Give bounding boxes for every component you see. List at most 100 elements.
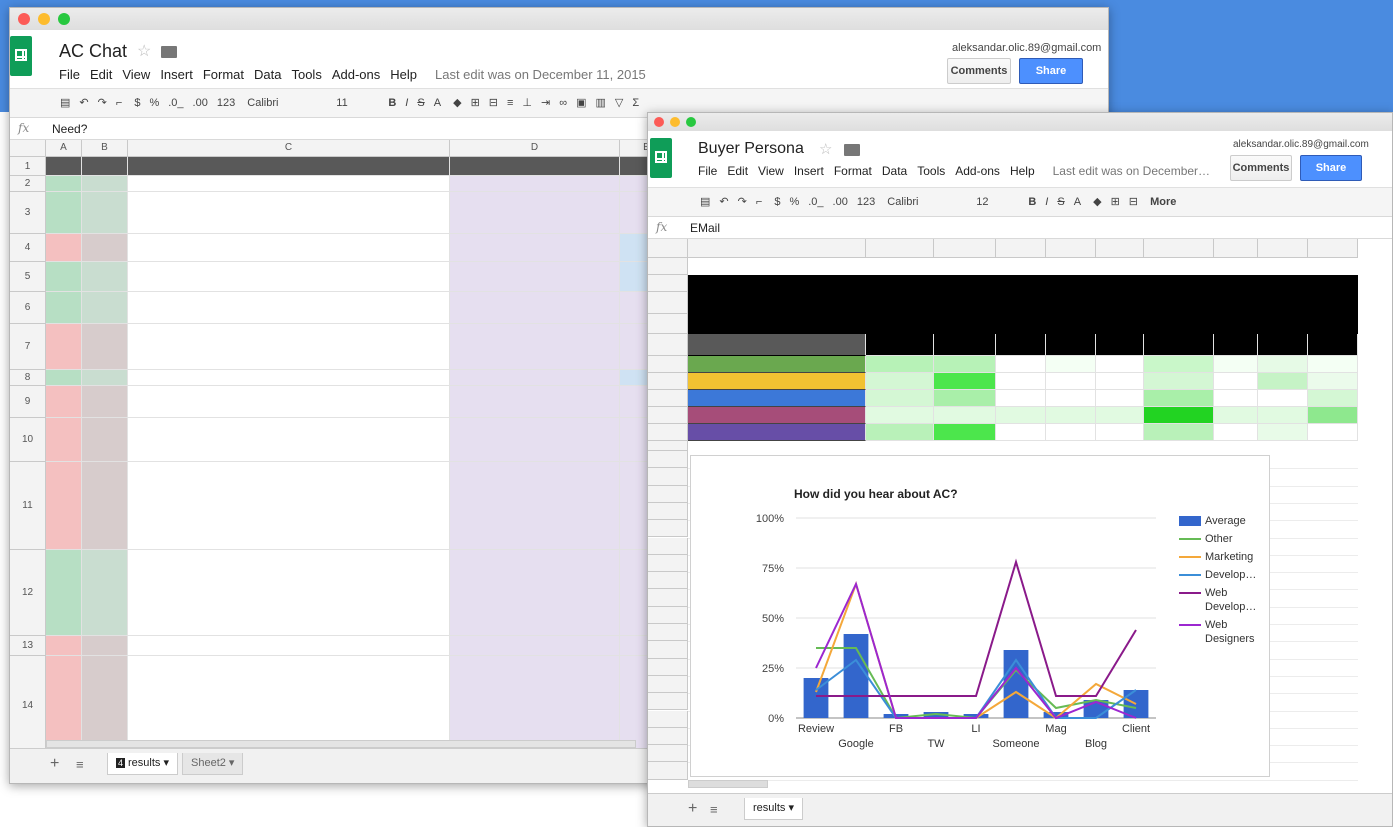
column-header-i[interactable] [1258, 239, 1308, 258]
menu-format[interactable]: Format [203, 67, 244, 82]
percent-button[interactable]: % [149, 97, 159, 109]
column-header-c[interactable] [934, 239, 996, 258]
row-header[interactable] [648, 624, 688, 642]
value-cell[interactable] [1046, 424, 1096, 441]
share-button[interactable]: Share [1300, 155, 1362, 181]
row-header[interactable] [648, 441, 688, 451]
undo-icon[interactable]: ↶ [79, 96, 88, 109]
desktop-cell[interactable] [450, 636, 620, 656]
row-header[interactable] [648, 258, 688, 275]
row-header[interactable]: 1 [10, 157, 46, 176]
often-cell[interactable] [82, 550, 128, 636]
row-header[interactable] [648, 407, 688, 424]
row-header[interactable] [648, 502, 688, 521]
decrease-decimal-button[interactable]: .0_ [808, 196, 823, 208]
redo-icon[interactable]: ↷ [738, 195, 747, 208]
bold-button[interactable]: B [388, 97, 396, 109]
why-cell[interactable] [128, 176, 450, 192]
text-color-button[interactable]: A [1074, 196, 1081, 208]
doc-title[interactable]: AC Chat [59, 41, 127, 62]
need-cell[interactable] [46, 462, 82, 550]
need-cell[interactable] [46, 292, 82, 324]
font-size-select[interactable]: 11 [336, 97, 376, 109]
menu-help[interactable]: Help [1010, 164, 1035, 178]
star-icon[interactable]: ☆ [137, 41, 151, 61]
row-header[interactable] [648, 292, 688, 314]
need-cell[interactable] [46, 418, 82, 462]
desktop-cell[interactable] [450, 386, 620, 418]
value-cell[interactable] [1308, 407, 1358, 424]
menu-format[interactable]: Format [834, 164, 872, 178]
menu-data[interactable]: Data [882, 164, 907, 178]
desktop-cell[interactable] [450, 324, 620, 370]
redo-icon[interactable]: ↷ [98, 96, 107, 109]
horizontal-scrollbar[interactable] [46, 740, 636, 748]
desktop-cell[interactable] [450, 192, 620, 234]
close-icon[interactable] [654, 117, 664, 127]
value-cell[interactable] [934, 373, 996, 390]
row-header[interactable] [648, 727, 688, 746]
increase-decimal-button[interactable]: .00 [193, 97, 208, 109]
value-cell[interactable] [1144, 424, 1214, 441]
value-cell[interactable] [1214, 390, 1258, 407]
decrease-decimal-button[interactable]: .0_ [168, 97, 183, 109]
value-cell[interactable] [1046, 373, 1096, 390]
doc-title[interactable]: Buyer Persona [698, 140, 804, 158]
add-sheet-icon[interactable]: + [50, 755, 59, 773]
row-header[interactable] [648, 520, 688, 538]
header-cell-a[interactable] [46, 157, 82, 176]
bold-button[interactable]: B [1028, 196, 1036, 208]
row-header[interactable]: 4 [10, 234, 46, 262]
row-header[interactable] [648, 468, 688, 486]
row-header[interactable]: 9 [10, 386, 46, 418]
row-header[interactable] [648, 572, 688, 590]
value-cell[interactable] [866, 373, 934, 390]
currency-button[interactable]: $ [134, 97, 140, 109]
fill-color-icon[interactable]: ◆ [453, 96, 461, 109]
font-select[interactable]: Calibri [887, 196, 967, 208]
column-header-d[interactable] [996, 239, 1046, 258]
value-cell[interactable] [866, 356, 934, 373]
row-header[interactable] [648, 641, 688, 659]
need-cell[interactable] [46, 550, 82, 636]
menu-edit[interactable]: Edit [727, 164, 748, 178]
menu-edit[interactable]: Edit [90, 67, 112, 82]
desktop-cell[interactable] [450, 234, 620, 262]
tab-sheet2[interactable]: Sheet2 ▾ [182, 753, 244, 775]
select-all-corner[interactable] [648, 239, 688, 258]
more-button[interactable]: More [1150, 196, 1176, 208]
header-cell-d[interactable] [450, 157, 620, 176]
often-cell[interactable] [82, 292, 128, 324]
column-header-c[interactable]: C [128, 140, 450, 157]
comments-button[interactable]: Comments [947, 58, 1011, 84]
why-cell[interactable] [128, 386, 450, 418]
desktop-cell[interactable] [450, 292, 620, 324]
align-icon[interactable]: ≡ [507, 97, 513, 109]
menu-addons[interactable]: Add-ons [332, 67, 380, 82]
increase-decimal-button[interactable]: .00 [833, 196, 848, 208]
row-header[interactable]: 5 [10, 262, 46, 292]
value-cell[interactable] [1046, 407, 1096, 424]
need-cell[interactable] [46, 192, 82, 234]
why-cell[interactable] [128, 192, 450, 234]
value-cell[interactable] [1258, 407, 1308, 424]
column-header-b[interactable]: B [82, 140, 128, 157]
row-header[interactable] [648, 745, 688, 763]
often-cell[interactable] [82, 462, 128, 550]
row-header[interactable] [648, 710, 688, 728]
value-cell[interactable] [1258, 390, 1308, 407]
value-cell[interactable] [1096, 424, 1144, 441]
folder-icon[interactable] [161, 46, 177, 58]
menu-file[interactable]: File [59, 67, 80, 82]
menu-insert[interactable]: Insert [794, 164, 824, 178]
value-cell[interactable] [866, 407, 934, 424]
row-label-3[interactable] [688, 390, 866, 407]
menu-insert[interactable]: Insert [160, 67, 193, 82]
value-cell[interactable] [1144, 334, 1214, 356]
row-header[interactable] [648, 275, 688, 292]
value-cell[interactable] [1258, 373, 1308, 390]
merge-icon[interactable]: ⊟ [489, 96, 498, 109]
need-cell[interactable] [46, 262, 82, 292]
value-cell[interactable] [1046, 390, 1096, 407]
zoom-icon[interactable] [686, 117, 696, 127]
